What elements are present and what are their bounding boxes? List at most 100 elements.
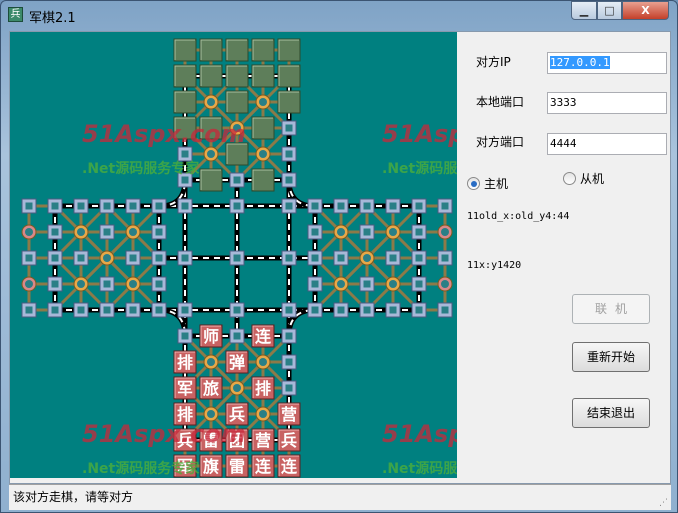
station-node-inner[interactable] [285, 202, 293, 210]
camp-node-inner[interactable] [389, 280, 397, 288]
hq-node-inner[interactable] [441, 280, 449, 288]
station-node-inner[interactable] [311, 254, 319, 262]
hidden-piece[interactable] [277, 38, 301, 62]
station-node-inner[interactable] [77, 254, 85, 262]
camp-node-inner[interactable] [207, 98, 215, 106]
local-port-input[interactable]: 3333 [547, 92, 667, 114]
client-radio[interactable]: 从机 [563, 170, 604, 187]
station-node-inner[interactable] [285, 306, 293, 314]
station-node-inner[interactable] [415, 306, 423, 314]
station-node-inner[interactable] [51, 306, 59, 314]
station-node-inner[interactable] [103, 228, 111, 236]
station-node-inner[interactable] [389, 202, 397, 210]
station-node-inner[interactable] [181, 202, 189, 210]
station-node-inner[interactable] [389, 254, 397, 262]
station-node-inner[interactable] [441, 202, 449, 210]
hidden-piece[interactable] [199, 38, 223, 62]
own-piece-label[interactable]: 营 [281, 405, 297, 424]
game-board[interactable]: 师连排 弹军旅排排兵营兵雷团营兵军旗雷连连51Aspx.com.Net源码服务专家… [10, 32, 457, 478]
remote-port-input[interactable]: 4444 [547, 133, 667, 155]
station-node-inner[interactable] [311, 306, 319, 314]
station-node-inner[interactable] [233, 176, 241, 184]
station-node-inner[interactable] [389, 306, 397, 314]
hq-node-inner[interactable] [25, 228, 33, 236]
camp-node-inner[interactable] [207, 410, 215, 418]
station-node-inner[interactable] [25, 202, 33, 210]
station-node-inner[interactable] [155, 202, 163, 210]
station-node-inner[interactable] [181, 150, 189, 158]
exit-button[interactable]: 结束退出 [572, 398, 650, 428]
hidden-piece[interactable] [251, 116, 275, 140]
hidden-piece[interactable] [173, 90, 197, 114]
hidden-piece[interactable] [251, 64, 275, 88]
camp-node-inner[interactable] [207, 150, 215, 158]
camp-node-inner[interactable] [233, 384, 241, 392]
station-node-inner[interactable] [363, 202, 371, 210]
station-node-inner[interactable] [233, 202, 241, 210]
station-node-inner[interactable] [181, 332, 189, 340]
station-node-inner[interactable] [415, 228, 423, 236]
hidden-piece[interactable] [173, 38, 197, 62]
station-node-inner[interactable] [285, 176, 293, 184]
hidden-piece[interactable] [173, 64, 197, 88]
station-node-inner[interactable] [129, 254, 137, 262]
station-node-inner[interactable] [155, 306, 163, 314]
station-node-inner[interactable] [337, 254, 345, 262]
hidden-piece[interactable] [277, 64, 301, 88]
station-node-inner[interactable] [181, 306, 189, 314]
station-node-inner[interactable] [103, 306, 111, 314]
camp-node-inner[interactable] [77, 228, 85, 236]
camp-node-inner[interactable] [259, 410, 267, 418]
resize-grip[interactable]: ⋰ [659, 499, 668, 508]
camp-node-inner[interactable] [363, 254, 371, 262]
station-node-inner[interactable] [415, 280, 423, 288]
station-node-inner[interactable] [51, 202, 59, 210]
own-piece-label[interactable]: 连 [281, 457, 298, 476]
own-piece-label[interactable]: 师 [203, 327, 219, 346]
hidden-piece[interactable] [199, 168, 223, 192]
own-piece-label[interactable]: 军 [177, 379, 193, 398]
station-node-inner[interactable] [415, 254, 423, 262]
camp-node-inner[interactable] [259, 150, 267, 158]
station-node-inner[interactable] [285, 254, 293, 262]
station-node-inner[interactable] [363, 280, 371, 288]
camp-node-inner[interactable] [129, 280, 137, 288]
maximize-button[interactable]: □ [597, 1, 622, 20]
station-node-inner[interactable] [285, 358, 293, 366]
station-node-inner[interactable] [25, 306, 33, 314]
station-node-inner[interactable] [233, 254, 241, 262]
station-node-inner[interactable] [311, 228, 319, 236]
station-node-inner[interactable] [129, 202, 137, 210]
station-node-inner[interactable] [51, 254, 59, 262]
hq-node-inner[interactable] [441, 228, 449, 236]
station-node-inner[interactable] [311, 202, 319, 210]
own-piece-label[interactable]: 雷 [229, 457, 245, 476]
own-piece-label[interactable]: 营 [255, 431, 271, 450]
hidden-piece[interactable] [225, 38, 249, 62]
station-node-inner[interactable] [181, 254, 189, 262]
station-node-inner[interactable] [337, 306, 345, 314]
hidden-piece[interactable] [251, 168, 275, 192]
station-node-inner[interactable] [363, 228, 371, 236]
station-node-inner[interactable] [181, 176, 189, 184]
own-piece-label[interactable]: 连 [255, 327, 272, 346]
camp-node-inner[interactable] [207, 358, 215, 366]
restart-button[interactable]: 重新开始 [572, 342, 650, 372]
camp-node-inner[interactable] [337, 228, 345, 236]
close-button[interactable]: X [622, 1, 669, 20]
station-node-inner[interactable] [155, 280, 163, 288]
station-node-inner[interactable] [441, 254, 449, 262]
station-node-inner[interactable] [441, 306, 449, 314]
connect-button[interactable]: 联机 [572, 294, 650, 324]
station-node-inner[interactable] [233, 306, 241, 314]
station-node-inner[interactable] [337, 202, 345, 210]
host-radio[interactable]: 主机 [467, 175, 508, 192]
station-node-inner[interactable] [285, 124, 293, 132]
hidden-piece[interactable] [251, 38, 275, 62]
camp-node-inner[interactable] [259, 358, 267, 366]
camp-node-inner[interactable] [129, 228, 137, 236]
camp-node-inner[interactable] [389, 228, 397, 236]
station-node-inner[interactable] [233, 332, 241, 340]
hidden-piece[interactable] [225, 90, 249, 114]
station-node-inner[interactable] [285, 332, 293, 340]
